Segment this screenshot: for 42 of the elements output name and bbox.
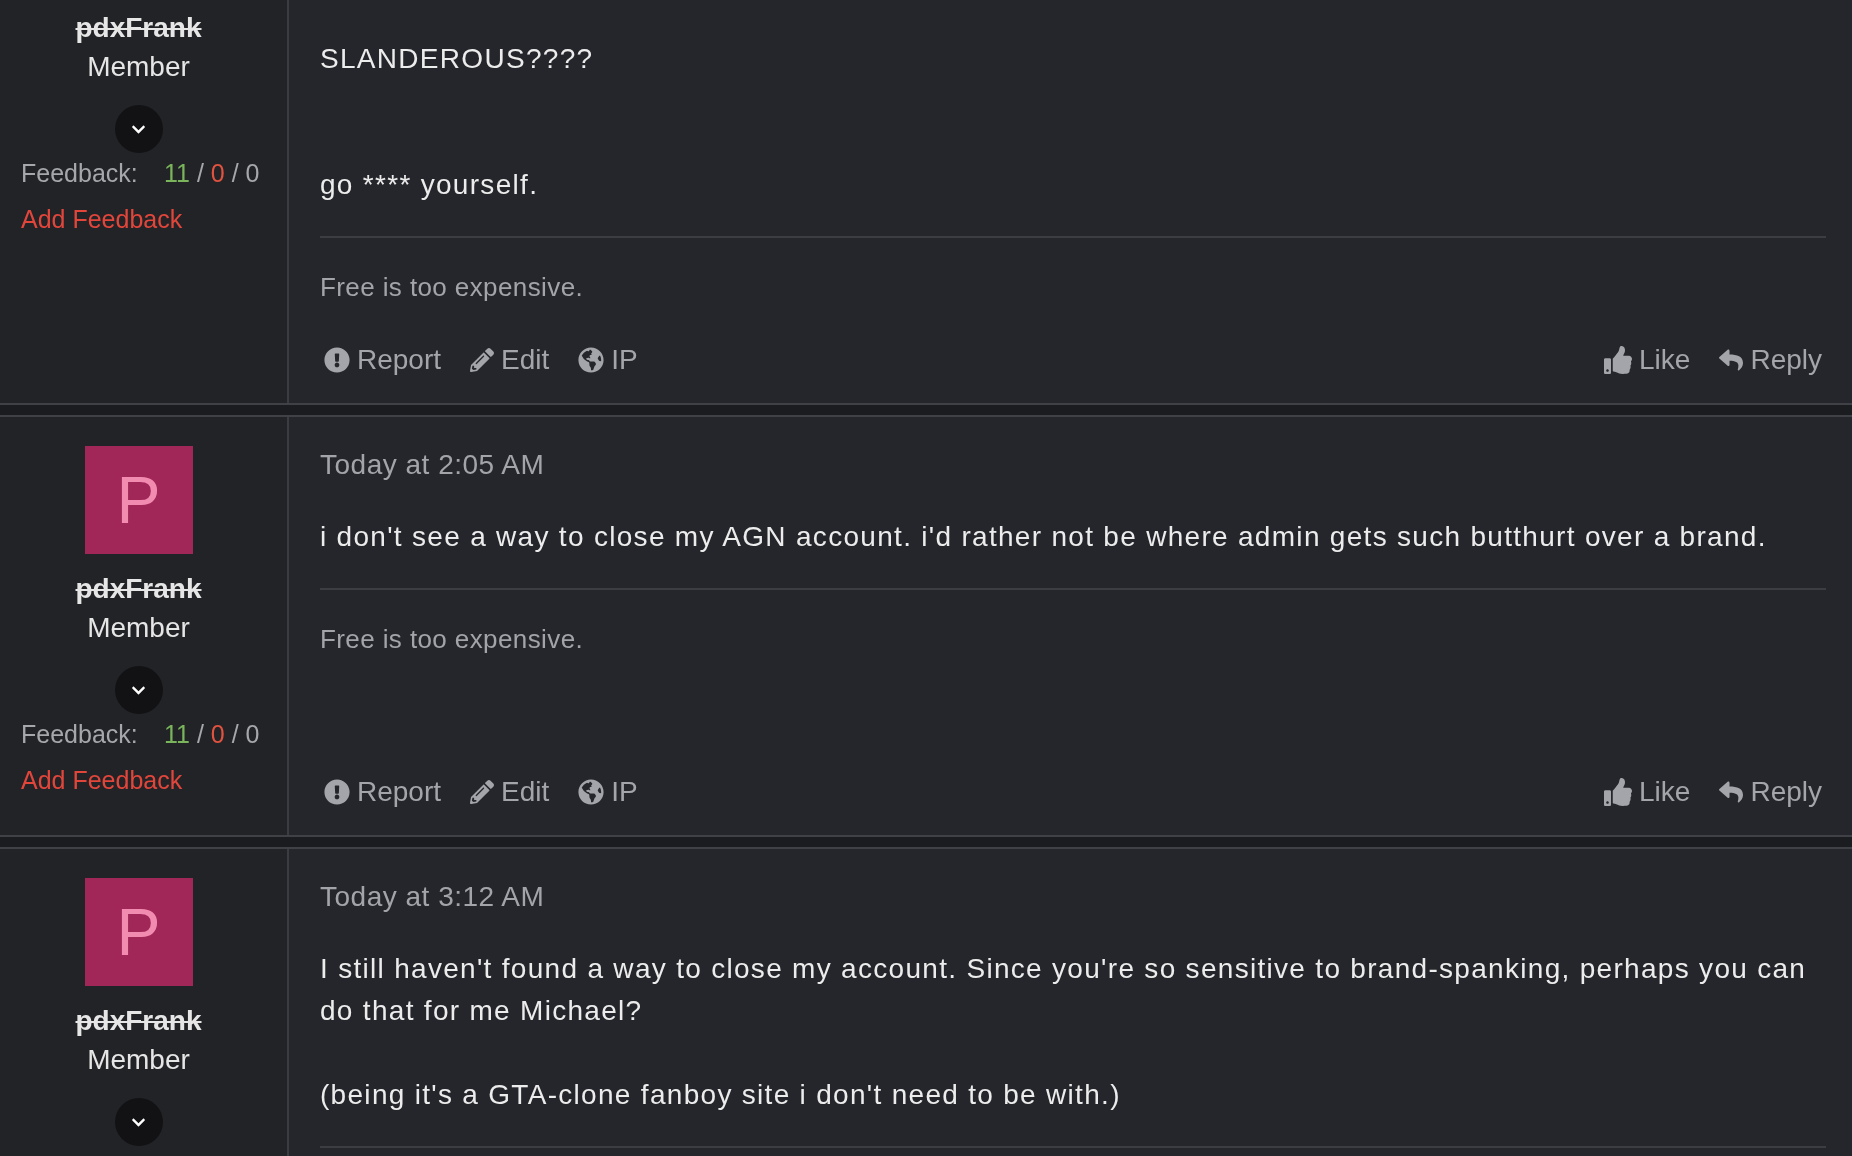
username-link[interactable]: pdxFrank [75,9,202,47]
globe-icon [578,347,605,373]
edit-link[interactable]: Edit [466,772,554,812]
user-title: Member [87,1043,190,1077]
username-link[interactable]: pdxFrank [75,1002,202,1040]
pencil-icon [470,348,495,372]
reply-icon [1719,780,1744,804]
avatar[interactable]: P [84,446,193,554]
signature-text: Free is too expensive. [320,271,584,304]
ip-link[interactable]: IP [574,340,642,380]
expand-button[interactable] [114,105,163,153]
thumbs-up-icon [1604,778,1633,806]
globe-icon [578,779,605,805]
feedback-score: 11 / 0 / 0 [164,158,260,189]
post-timestamp[interactable]: Today at 3:12 AM [320,877,545,917]
report-link[interactable]: Report [320,772,446,812]
reply-link[interactable]: Reply [1715,340,1826,380]
user-title: Member [87,50,190,84]
feedback-score: 11 / 0 / 0 [164,719,260,750]
post-text: i don't see a way to close my AGN account. i'd rather not be where admin gets such butthurt over a brand. [320,520,1768,554]
add-feedback-link[interactable]: Add Feedback [21,762,183,798]
pencil-icon [470,780,495,804]
post-text: SLANDEROUS???? go **** yourself. [320,42,595,202]
thumbs-up-icon [1604,346,1633,374]
report-link[interactable]: Report [320,340,446,380]
like-link[interactable]: Like [1600,772,1695,812]
edit-link[interactable]: Edit [466,340,554,380]
reply-link[interactable]: Reply [1715,772,1826,812]
post-text: I still haven't found a way to close my account. Since you're so sensitive to brand-spanking, perhaps you can do that for me Michael? (being it's a GTA-clone fanboy site i don't need to be with.) [320,952,1808,1112]
feedback-label: Feedback: [21,158,139,189]
feedback-label: Feedback: [21,719,139,750]
user-title: Member [87,611,190,645]
reply-icon [1719,348,1744,372]
avatar[interactable]: P [84,878,193,986]
add-feedback-link[interactable]: Add Feedback [21,201,183,237]
like-link[interactable]: Like [1600,340,1695,380]
username-link[interactable]: pdxFrank [75,570,202,608]
signature-text: Free is too expensive. [320,623,584,656]
ip-link[interactable]: IP [574,772,642,812]
post-timestamp[interactable]: Today at 2:05 AM [320,445,545,485]
expand-button[interactable] [114,666,163,714]
expand-button[interactable] [114,1098,163,1146]
